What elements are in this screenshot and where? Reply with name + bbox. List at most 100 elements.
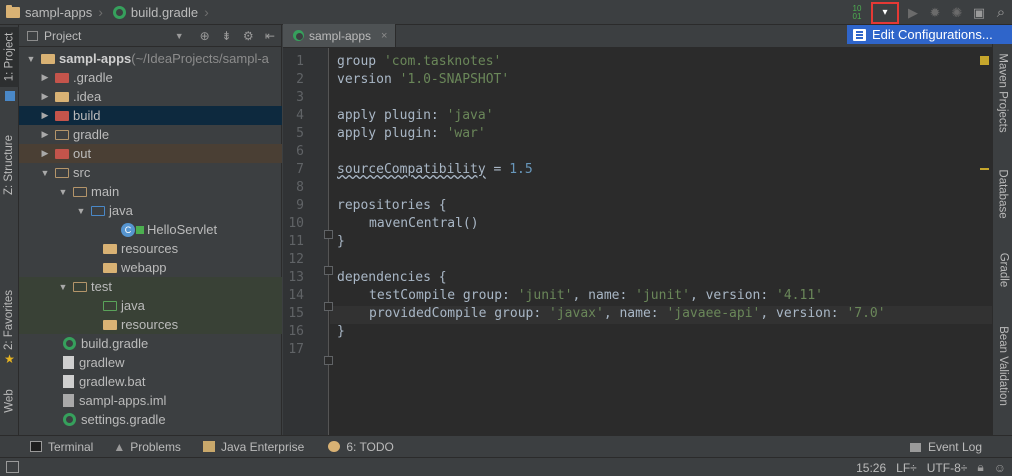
code-line-15[interactable]: providedCompile group: 'javax', name: 'j…: [337, 305, 886, 323]
tab-project[interactable]: 1: Project: [0, 27, 19, 87]
tree-item-out[interactable]: ▶ out: [19, 144, 282, 163]
tree-item-test-java[interactable]: java: [19, 296, 282, 315]
tree-item-iml[interactable]: sampl-apps.iml: [19, 391, 282, 410]
tree-item-label: settings.gradle: [81, 412, 166, 427]
tree-item-src[interactable]: ▼ src: [19, 163, 282, 182]
fold-marker-icon[interactable]: [324, 302, 333, 311]
tree-item-main-java[interactable]: ▼ java: [19, 201, 282, 220]
run-icon[interactable]: ▶: [902, 2, 924, 24]
tree-item-gradle[interactable]: ▶ gradle: [19, 125, 282, 144]
tree-item-idea[interactable]: ▶ .idea: [19, 87, 282, 106]
chevron-down-icon: ▼: [174, 30, 184, 41]
excluded-folder-icon: [55, 72, 69, 83]
breadcrumb-project[interactable]: sampl-apps ›: [0, 0, 107, 25]
tab-structure[interactable]: Z: Structure: [0, 123, 19, 207]
tree-item-gradlew[interactable]: gradlew: [19, 353, 282, 372]
todo-icon: [328, 441, 341, 452]
tab-gradle[interactable]: Gradle: [993, 242, 1012, 298]
line-separator[interactable]: LF÷: [896, 461, 917, 475]
collapse-all-icon[interactable]: ⇟: [216, 29, 238, 43]
tab-problems-label: Problems: [130, 439, 181, 454]
tab-database[interactable]: Database: [993, 156, 1012, 232]
hide-icon[interactable]: ⇤: [259, 29, 281, 43]
tab-event-log[interactable]: Event Log: [909, 436, 982, 458]
line-number: 8: [296, 180, 304, 195]
code-line-13[interactable]: dependencies {: [337, 269, 447, 287]
project-view-label: Project: [44, 28, 82, 43]
jrebel-icon[interactable]: [0, 89, 19, 103]
fold-marker-icon[interactable]: [324, 266, 333, 275]
warning-stripe[interactable]: [980, 168, 989, 170]
breadcrumb-file[interactable]: build.gradle ›: [107, 0, 213, 25]
tab-bean-validation[interactable]: Bean Validation: [993, 316, 1012, 416]
tab-terminal[interactable]: Terminal: [30, 440, 93, 454]
gear-icon[interactable]: ⚙: [237, 29, 259, 43]
tab-favorites-label: 2: Favorites: [3, 289, 16, 351]
debug-icon[interactable]: ✹: [924, 2, 946, 24]
tree-item-test[interactable]: ▼ test: [19, 277, 282, 296]
project-structure-icon[interactable]: ▣: [968, 2, 990, 24]
tool-windows-toggle-icon[interactable]: [6, 461, 19, 473]
warning-marker-icon[interactable]: [980, 56, 989, 65]
expanded-arrow-icon: ▼: [26, 53, 36, 64]
code-line-14[interactable]: testCompile group: 'junit', name: 'junit…: [337, 287, 823, 305]
fold-marker-icon[interactable]: [324, 356, 333, 365]
gradle-file-icon: [63, 413, 76, 426]
folder-icon: [73, 186, 87, 197]
tree-item-build-gradle[interactable]: build.gradle: [19, 334, 282, 353]
binary-icon[interactable]: 10 01: [846, 2, 868, 24]
expanded-arrow-icon: ▼: [40, 167, 50, 178]
tab-java-enterprise[interactable]: Java Enterprise: [202, 440, 304, 454]
run-configuration-dropdown[interactable]: ▾: [871, 1, 899, 24]
file-encoding[interactable]: UTF-8÷: [927, 461, 968, 475]
star-icon: ★: [4, 352, 15, 366]
caret-position[interactable]: 15:26: [856, 461, 886, 475]
collapsed-arrow-icon: ▶: [41, 129, 49, 139]
tree-item-root[interactable]: ▼ sampl-apps (~/IdeaProjects/sampl-a: [19, 49, 282, 68]
breadcrumb-separator-icon: ›: [98, 4, 103, 20]
code-line-2[interactable]: version '1.0-SNAPSHOT': [337, 71, 509, 89]
status-bar: 15:26 LF÷ UTF-8÷ 🔒︎ ☺: [0, 457, 1012, 476]
tab-todo[interactable]: 6: TODO: [328, 440, 394, 454]
tab-favorites[interactable]: 2: Favorites: [0, 280, 19, 360]
project-view-selector[interactable]: Project ▼: [27, 29, 194, 43]
tree-item-label: .gradle: [73, 70, 113, 85]
code-line-7[interactable]: sourceCompatibility = 1.5: [337, 161, 533, 179]
tree-item-main-resources[interactable]: resources: [19, 239, 282, 258]
code-line-16[interactable]: }: [337, 323, 345, 341]
code-line-4[interactable]: apply plugin: 'java': [337, 107, 494, 125]
tab-bean-label: Bean Validation: [997, 326, 1009, 406]
tab-web[interactable]: Web: [0, 381, 19, 421]
tree-item-gradle-dir[interactable]: ▶ .gradle: [19, 68, 282, 87]
tree-item-settings-gradle[interactable]: settings.gradle: [19, 410, 282, 429]
close-icon[interactable]: ×: [381, 30, 387, 42]
fold-marker-icon[interactable]: [324, 230, 333, 239]
lock-icon[interactable]: 🔒︎: [977, 460, 983, 475]
line-number: 13: [288, 270, 304, 285]
code-line-5[interactable]: apply plugin: 'war': [337, 125, 486, 143]
tab-maven-projects[interactable]: Maven Projects: [993, 50, 1012, 136]
line-number: 1: [296, 54, 304, 69]
tree-item-webapp[interactable]: webapp: [19, 258, 282, 277]
tree-item-main[interactable]: ▼ main: [19, 182, 282, 201]
tree-item-test-resources[interactable]: resources: [19, 315, 282, 334]
tab-project-label: 1: Project: [3, 32, 16, 82]
inspector-icon[interactable]: ☺: [994, 461, 1006, 475]
folder-icon: [73, 281, 87, 292]
code-line-11[interactable]: }: [337, 233, 345, 251]
tree-item-build[interactable]: ▶ build: [19, 106, 282, 125]
tab-problems[interactable]: ▲ Problems: [113, 440, 181, 454]
edit-configurations-menu-item[interactable]: Edit Configurations...: [847, 25, 1012, 44]
line-number: 17: [288, 342, 304, 357]
tab-build-gradle[interactable]: sampl-apps ×: [283, 24, 397, 47]
tree-item-gradlew-bat[interactable]: gradlew.bat: [19, 372, 282, 391]
code-line-9[interactable]: repositories {: [337, 197, 447, 215]
search-icon[interactable]: ⌕: [990, 2, 1012, 24]
locate-icon[interactable]: ⊕: [194, 29, 216, 43]
code-line-1[interactable]: group 'com.tasknotes': [337, 53, 501, 71]
code-line-10[interactable]: mavenCentral(): [337, 215, 479, 233]
line-number: 3: [296, 90, 304, 105]
breadcrumb-separator-icon: ›: [204, 4, 209, 20]
coverage-icon[interactable]: ✺: [946, 2, 968, 24]
tree-item-helloservlet[interactable]: C HelloServlet: [19, 220, 282, 239]
